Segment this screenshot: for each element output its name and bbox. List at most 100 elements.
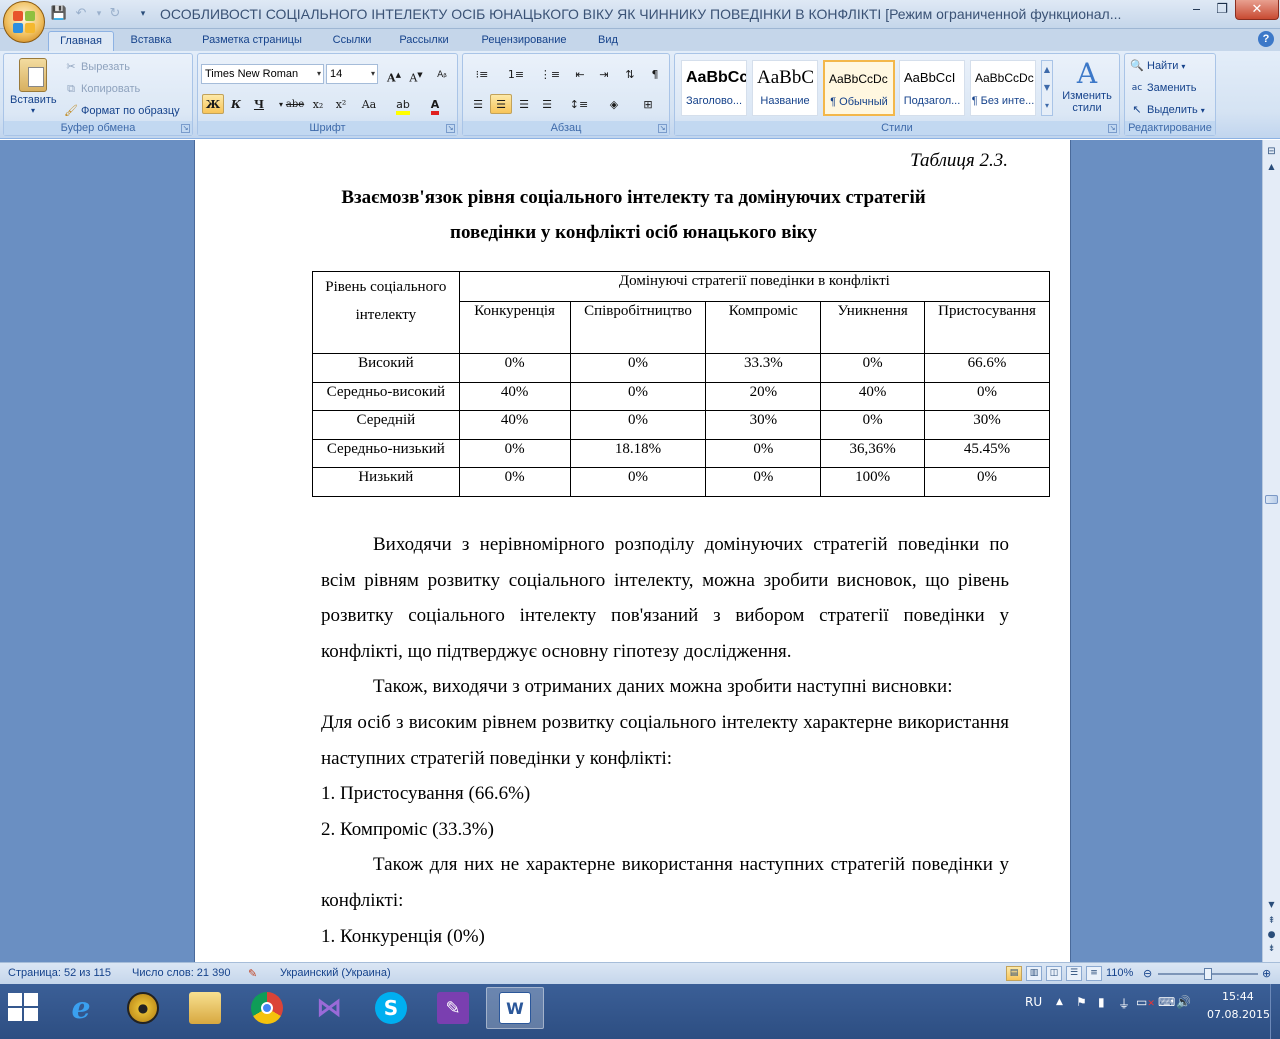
tab-insert[interactable]: Вставка (120, 31, 182, 51)
font-size-combo[interactable]: 14 ▾ (326, 64, 378, 84)
taskbar-internet-explorer[interactable]: e (52, 987, 110, 1029)
change-styles-button[interactable]: A Изменить стили (1057, 58, 1117, 115)
taskbar-visual-studio[interactable]: ⋈ (300, 987, 358, 1029)
keyboard-icon[interactable]: ⌨ (1158, 995, 1175, 1009)
previous-page-icon[interactable]: ⇞ (1264, 916, 1279, 926)
taskbar-media-player[interactable]: ● (114, 987, 172, 1029)
paste-button[interactable]: Вставить ▾ (10, 58, 57, 120)
subscript-button[interactable]: x₂ (307, 94, 329, 114)
chevron-down-icon[interactable]: ▼ (1042, 79, 1052, 97)
tab-mailings[interactable]: Рассылки (390, 31, 458, 51)
help-icon[interactable]: ? (1258, 31, 1274, 47)
browse-object-icon[interactable]: ● (1264, 930, 1279, 940)
show-hidden-icons-icon[interactable]: ▲ (1056, 997, 1063, 1007)
tab-home[interactable]: Главная (48, 31, 114, 51)
font-launcher-icon[interactable]: ↘ (446, 124, 455, 133)
volume-icon[interactable]: 🔊 (1176, 995, 1191, 1009)
more-icon[interactable]: ▾ (1042, 97, 1052, 115)
taskbar-chrome[interactable] (238, 987, 296, 1029)
restore-button[interactable]: ❐ (1209, 0, 1235, 20)
word-count[interactable]: Число слов: 21 390 (132, 967, 230, 979)
proofing-icon[interactable]: ✎ (248, 967, 257, 980)
network-icon[interactable]: ▮ (1098, 995, 1105, 1009)
usb-icon[interactable]: ⏚ (1118, 995, 1130, 1012)
superscript-button[interactable]: x² (330, 94, 352, 114)
increase-indent-button[interactable]: ⇥ (593, 64, 615, 84)
select-button[interactable]: ↖ Выделить ▾ (1130, 103, 1204, 117)
undo-icon[interactable]: ↶ (72, 5, 90, 23)
next-page-icon[interactable]: ⇟ (1264, 944, 1279, 954)
numbering-button[interactable]: 1≡ (501, 64, 531, 84)
bullets-button[interactable]: ⁝≡ (467, 64, 497, 84)
grow-font-button[interactable]: A▲ (383, 64, 405, 85)
bold-button[interactable]: Ж (202, 94, 224, 114)
styles-scroll[interactable]: ▲ ▼ ▾ (1041, 60, 1053, 116)
customize-qat-icon[interactable]: ▾ (134, 5, 152, 23)
clock-date[interactable]: 07.08.2015 (1207, 1008, 1270, 1021)
paragraph-launcher-icon[interactable]: ↘ (658, 124, 667, 133)
cut-button[interactable]: ✂ Вырезать (64, 60, 130, 74)
format-painter-button[interactable]: 🖌 Формат по образцу (64, 104, 180, 118)
scroll-thumb[interactable] (1265, 495, 1278, 504)
style-no-spacing[interactable]: AaBbCcDc ¶ Без инте... (970, 60, 1036, 116)
change-case-button[interactable]: Aa (354, 94, 384, 114)
shading-button[interactable]: ◈ (599, 94, 629, 114)
print-layout-view-icon[interactable]: ▤ (1006, 966, 1022, 981)
find-button[interactable]: 🔍 Найти ▾ (1130, 59, 1185, 73)
justify-button[interactable]: ☰ (536, 94, 558, 114)
style-title[interactable]: AaBbC Название (752, 60, 818, 116)
tab-review[interactable]: Рецензирование (466, 31, 582, 51)
line-spacing-button[interactable]: ↕≡ (564, 94, 594, 114)
align-right-button[interactable]: ☰ (513, 94, 535, 114)
align-center-button[interactable]: ☰ (490, 94, 512, 114)
data-table[interactable]: Рівень соціального інтелекту Домінуючі с… (312, 271, 1051, 497)
office-button[interactable] (3, 1, 45, 43)
body-text[interactable]: Виходячи з нерівномірного розподілу домі… (321, 527, 1009, 954)
tab-page-layout[interactable]: Разметка страницы (190, 31, 314, 51)
language-indicator[interactable]: RU (1025, 995, 1042, 1009)
scroll-down-icon[interactable]: ▼ (1264, 900, 1279, 909)
multilevel-list-button[interactable]: ⋮≡ (535, 64, 565, 84)
outline-view-icon[interactable]: ☰ (1066, 966, 1082, 981)
replace-button[interactable]: ac Заменить (1130, 81, 1197, 95)
italic-button[interactable]: К (225, 94, 247, 114)
tab-references[interactable]: Ссылки (322, 31, 382, 51)
vertical-scrollbar[interactable]: ⊟ ▲ ▼ ⇞ ● ⇟ (1262, 140, 1280, 962)
taskbar-file-explorer[interactable] (176, 987, 234, 1029)
align-left-button[interactable]: ☰ (467, 94, 489, 114)
clear-formatting-button[interactable]: Aᵦ (431, 64, 453, 84)
highlight-button[interactable]: ab (388, 94, 418, 115)
sort-button[interactable]: ⇅ (619, 64, 641, 84)
style-normal[interactable]: AaBbCcDc ¶ Обычный (823, 60, 895, 116)
redo-icon[interactable]: ↻ (106, 5, 124, 23)
strikethrough-button[interactable]: abe (284, 94, 306, 114)
minimize-button[interactable]: ‒ (1184, 0, 1209, 20)
web-layout-view-icon[interactable]: ◫ (1046, 966, 1062, 981)
close-button[interactable]: ✕ (1235, 0, 1279, 20)
copy-button[interactable]: ⧉ Копировать (64, 82, 140, 96)
decrease-indent-button[interactable]: ⇤ (569, 64, 591, 84)
show-marks-button[interactable]: ¶ (644, 64, 666, 84)
borders-button[interactable]: ⊞ (633, 94, 663, 114)
clock-time[interactable]: 15:44 (1222, 990, 1254, 1003)
action-center-flag-icon[interactable]: ⚑ (1076, 995, 1087, 1009)
network-warning-icon[interactable]: ▭✕ (1136, 995, 1155, 1009)
scroll-up-icon[interactable]: ▲ (1264, 162, 1279, 171)
ruler-toggle-icon[interactable]: ⊟ (1264, 146, 1279, 157)
taskbar-word[interactable]: W (486, 987, 544, 1029)
font-color-button[interactable]: A (420, 94, 450, 115)
tab-view[interactable]: Вид (590, 31, 626, 51)
draft-view-icon[interactable]: ≡ (1086, 966, 1102, 981)
shrink-font-button[interactable]: A▼ (405, 64, 427, 85)
zoom-in-icon[interactable]: ⊕ (1262, 967, 1271, 980)
document-workspace[interactable]: Таблиця 2.3. Взаємозв'язок рівня соціаль… (0, 140, 1262, 962)
font-name-combo[interactable]: Times New Roman ▾ (201, 64, 324, 84)
start-button-icon[interactable] (8, 993, 38, 1021)
chevron-up-icon[interactable]: ▲ (1042, 61, 1052, 79)
show-desktop-button[interactable] (1270, 984, 1280, 1039)
style-heading[interactable]: AaBbCc Заголово... (681, 60, 747, 116)
style-subtitle[interactable]: AaBbCcI Подзагол... (899, 60, 965, 116)
underline-button[interactable]: Ч (248, 94, 270, 114)
zoom-slider-thumb[interactable] (1204, 968, 1212, 980)
styles-launcher-icon[interactable]: ↘ (1108, 124, 1117, 133)
